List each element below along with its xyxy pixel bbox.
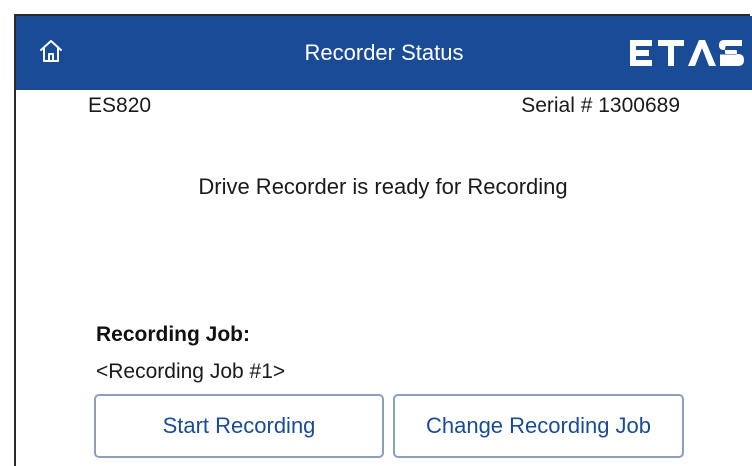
header-bar: Recorder Status — [16, 16, 752, 90]
serial-number: Serial # 1300689 — [521, 94, 680, 117]
etas-logo — [628, 36, 746, 70]
change-recording-job-button[interactable]: Change Recording Job — [393, 394, 684, 458]
device-model: ES820 — [88, 94, 152, 117]
recording-job-label: Recording Job: — [96, 323, 251, 346]
recording-job-name: <Recording Job #1> — [96, 360, 286, 383]
start-recording-button[interactable]: Start Recording — [94, 394, 384, 458]
status-message: Drive Recorder is ready for Recording — [198, 174, 568, 199]
recorder-status-window: Recorder Status ES820 Serial # 1300689 D… — [14, 14, 752, 466]
